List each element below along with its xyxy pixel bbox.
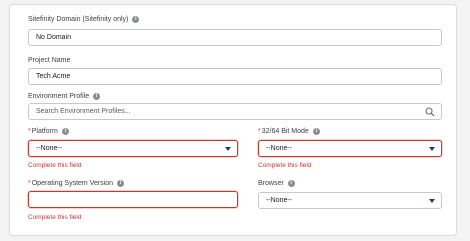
platform-label: * Platform i bbox=[28, 127, 69, 136]
sitefinity-domain-field[interactable]: No Domain bbox=[28, 29, 442, 46]
chevron-down-icon bbox=[429, 147, 435, 151]
chevron-down-icon bbox=[429, 199, 435, 203]
info-icon[interactable]: i bbox=[287, 180, 295, 187]
search-icon bbox=[425, 107, 435, 117]
info-icon[interactable]: i bbox=[132, 16, 140, 23]
info-icon[interactable]: i bbox=[117, 180, 125, 187]
browser-label: Browser i bbox=[258, 179, 295, 188]
info-icon[interactable]: i bbox=[93, 93, 101, 100]
project-name-label: Project Name bbox=[28, 57, 71, 64]
os-version-input[interactable] bbox=[28, 191, 238, 208]
os-version-error: Complete this field bbox=[28, 214, 82, 221]
sitefinity-domain-label: Sitefinity Domain (Sitefinity only) i bbox=[28, 15, 140, 24]
platform-error: Complete this field bbox=[28, 162, 82, 169]
info-icon[interactable]: i bbox=[312, 128, 320, 135]
bit-mode-select[interactable]: --None-- bbox=[258, 140, 442, 157]
form-card: Sitefinity Domain (Sitefinity only) i No… bbox=[9, 4, 457, 236]
os-version-label: * Operating System Version i bbox=[28, 179, 125, 188]
chevron-down-icon bbox=[225, 147, 231, 151]
bit-mode-label: * 32/64 Bit Mode i bbox=[258, 127, 320, 136]
browser-select[interactable]: --None-- bbox=[258, 192, 442, 209]
environment-profile-search-input[interactable]: Search Environment Profiles... bbox=[28, 103, 442, 120]
bit-mode-error: Complete this field bbox=[258, 162, 312, 169]
info-icon[interactable]: i bbox=[61, 128, 69, 135]
project-name-input[interactable]: Tech Acme bbox=[28, 68, 442, 85]
environment-profile-label: Environment Profile i bbox=[28, 92, 101, 101]
platform-select[interactable]: --None-- bbox=[28, 140, 238, 157]
